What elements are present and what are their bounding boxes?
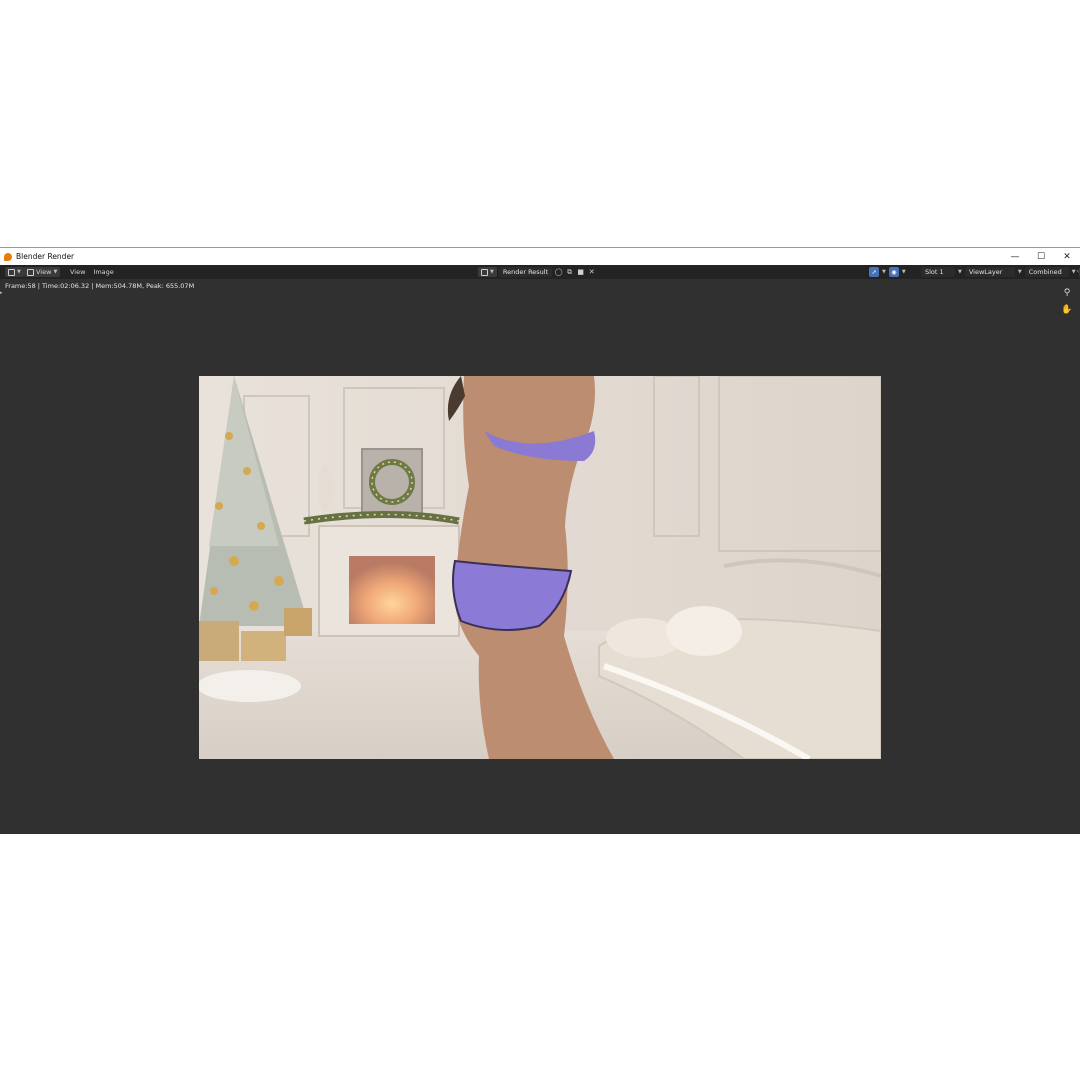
render-pass-dropdown[interactable]: Combined [1024,267,1069,277]
render-image-canvas [199,376,881,759]
render-status-text: Frame:58 | Time:02:06.32 | Mem:504.78M, … [5,282,195,290]
sidebar-expand-arrow[interactable]: ‹ [1077,268,1079,275]
menu-view[interactable]: View [66,268,89,276]
menu-image[interactable]: Image [89,268,117,276]
zoom-icon[interactable]: ⚲ [1061,287,1073,299]
fake-user-shield-icon[interactable]: ◯ [554,268,563,277]
window-title: Blender Render [16,252,75,261]
blender-logo-icon [4,252,12,261]
minimize-button[interactable]: — [1002,248,1028,265]
browse-image-button[interactable]: ▼ [478,267,497,277]
chevron-down-icon: ▼ [1017,269,1022,275]
view-layer-label: ViewLayer [968,268,1003,276]
image-editor-header: ▼ View ▼ View Image ▼ Render Result ◯ ⧉ [0,265,1080,279]
image-name-label: Render Result [502,268,549,276]
slot-label: Slot 1 [925,268,944,276]
close-button[interactable]: ✕ [1054,248,1080,265]
maximize-button[interactable]: ☐ [1028,248,1054,265]
open-image-folder-icon[interactable]: ■ [576,268,585,277]
slot-dropdown[interactable]: Slot 1 [921,267,955,277]
unlink-image-icon[interactable]: ✕ [587,268,596,277]
chevron-down-icon: ▼ [490,269,494,275]
window-controls: — ☐ ✕ [1002,248,1080,265]
image-name-field[interactable]: Render Result [498,267,553,277]
image-browse-icon [481,268,488,276]
view-mode-icon [27,268,34,276]
editor-type-button[interactable]: ▼ [5,267,24,277]
display-channels-icon[interactable]: ◉ [888,267,899,277]
render-result-image[interactable] [199,376,881,759]
view-mode-dropdown[interactable]: View ▼ [24,267,61,277]
toolbar-expand-arrow[interactable]: ▸ [0,290,3,296]
chevron-down-icon: ▼ [882,269,886,275]
view-mode-label: View [36,268,52,276]
chevron-down-icon: ▼ [17,269,21,275]
window-titlebar: Blender Render — ☐ ✕ [0,248,1080,265]
chevron-down-icon: ▼ [901,269,906,275]
image-editor-icon [8,268,15,276]
chevron-down-icon: ▼ [53,269,58,275]
hand-icon[interactable]: ✋ [1061,304,1073,316]
view-layer-dropdown[interactable]: ViewLayer [964,267,1015,277]
new-image-icon[interactable]: ⧉ [565,268,574,277]
chevron-down-icon: ▼ [958,269,962,275]
sample-tool-icon[interactable]: ➚ [869,267,879,277]
blender-render-window: Blender Render — ☐ ✕ ▼ View ▼ View Image [0,247,1080,834]
chevron-down-icon: ▼ [1071,269,1076,275]
render-pass-label: Combined [1028,268,1062,276]
